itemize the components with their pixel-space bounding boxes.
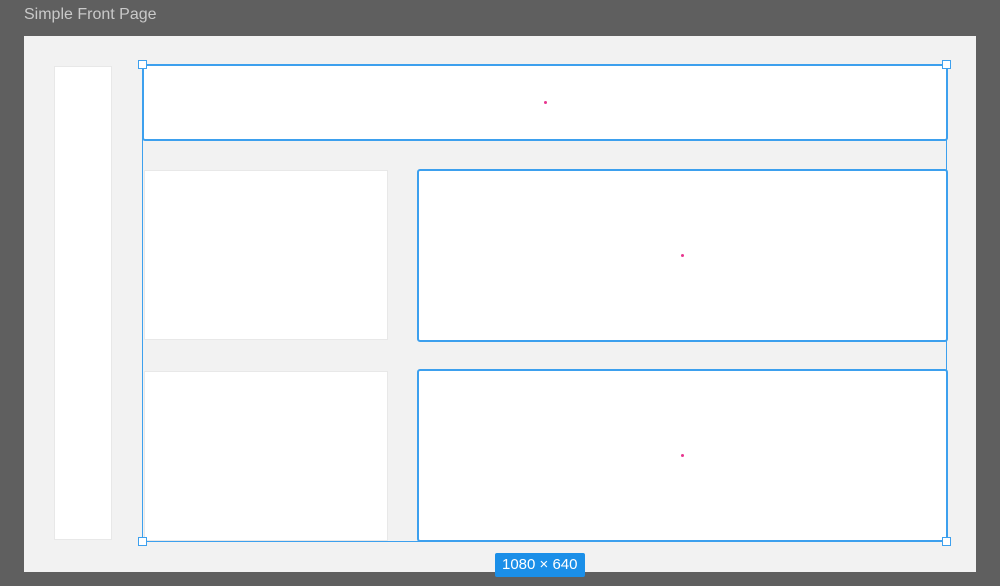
left-card-bottom[interactable] <box>144 371 388 541</box>
sidebar-panel[interactable] <box>54 66 112 540</box>
resize-handle-bottom-right[interactable] <box>942 537 951 546</box>
center-point-marker <box>544 101 547 104</box>
right-card-bottom[interactable] <box>417 369 948 542</box>
resize-handle-top-right[interactable] <box>942 60 951 69</box>
resize-handle-bottom-left[interactable] <box>138 537 147 546</box>
frame-title[interactable]: Simple Front Page <box>24 5 157 25</box>
header-block[interactable] <box>142 64 948 141</box>
center-point-marker <box>681 254 684 257</box>
right-card-top[interactable] <box>417 169 948 342</box>
selection-size-badge: 1080 × 640 <box>495 553 585 577</box>
resize-handle-top-left[interactable] <box>138 60 147 69</box>
center-point-marker <box>681 454 684 457</box>
left-card-top[interactable] <box>144 170 388 340</box>
